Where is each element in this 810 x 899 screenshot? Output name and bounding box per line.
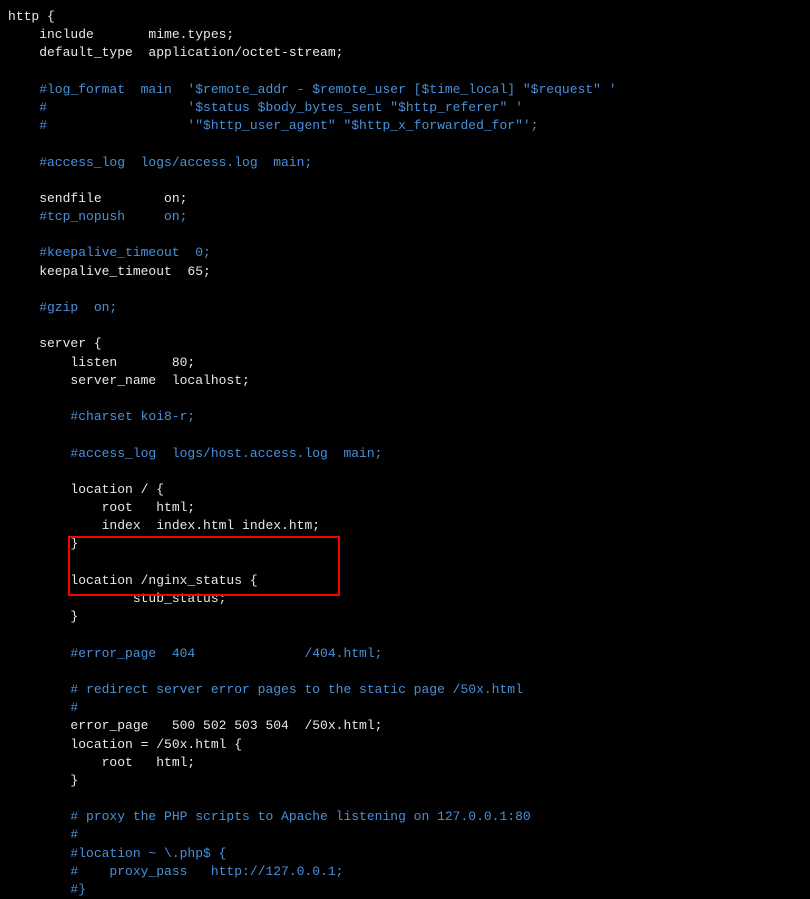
code-line: root html; (8, 499, 810, 517)
code-comment: #tcp_nopush on; (8, 208, 810, 226)
code-line: location / { (8, 481, 810, 499)
code-line (8, 390, 810, 408)
code-line: } (8, 772, 810, 790)
code-comment: #} (8, 881, 810, 899)
code-line (8, 317, 810, 335)
code-comment: #error_page 404 /404.html; (8, 645, 810, 663)
code-line: include mime.types; (8, 26, 810, 44)
code-line (8, 135, 810, 153)
code-comment: # proxy_pass http://127.0.0.1; (8, 863, 810, 881)
code-line-highlighted: stub_status; (8, 590, 810, 608)
code-line (8, 626, 810, 644)
code-comment: # '$status $body_bytes_sent "$http_refer… (8, 99, 810, 117)
code-line-highlighted: } (8, 608, 810, 626)
code-line (8, 790, 810, 808)
code-line: sendfile on; (8, 190, 810, 208)
code-comment: # redirect server error pages to the sta… (8, 681, 810, 699)
code-line (8, 172, 810, 190)
code-comment: # (8, 826, 810, 844)
code-line (8, 554, 810, 572)
code-comment: # (8, 699, 810, 717)
code-line (8, 226, 810, 244)
code-comment: #log_format main '$remote_addr - $remote… (8, 81, 810, 99)
terminal-code-viewer: http { include mime.types; default_type … (8, 8, 810, 899)
code-line (8, 463, 810, 481)
code-line: listen 80; (8, 354, 810, 372)
code-comment: # proxy the PHP scripts to Apache listen… (8, 808, 810, 826)
code-line: index index.html index.htm; (8, 517, 810, 535)
code-line: server_name localhost; (8, 372, 810, 390)
code-line: server { (8, 335, 810, 353)
code-line (8, 63, 810, 81)
code-comment: #access_log logs/host.access.log main; (8, 445, 810, 463)
code-line: keepalive_timeout 65; (8, 263, 810, 281)
code-line (8, 663, 810, 681)
code-line: http { (8, 8, 810, 26)
code-line: root html; (8, 754, 810, 772)
code-line (8, 281, 810, 299)
code-comment: #keepalive_timeout 0; (8, 244, 810, 262)
code-comment: #gzip on; (8, 299, 810, 317)
code-line: default_type application/octet-stream; (8, 44, 810, 62)
code-line: error_page 500 502 503 504 /50x.html; (8, 717, 810, 735)
code-line: } (8, 535, 810, 553)
code-line: location = /50x.html { (8, 736, 810, 754)
code-line-highlighted: location /nginx_status { (8, 572, 810, 590)
code-comment: #location ~ \.php$ { (8, 845, 810, 863)
code-comment: #access_log logs/access.log main; (8, 154, 810, 172)
code-comment: # '"$http_user_agent" "$http_x_forwarded… (8, 117, 810, 135)
code-line (8, 426, 810, 444)
code-comment: #charset koi8-r; (8, 408, 810, 426)
